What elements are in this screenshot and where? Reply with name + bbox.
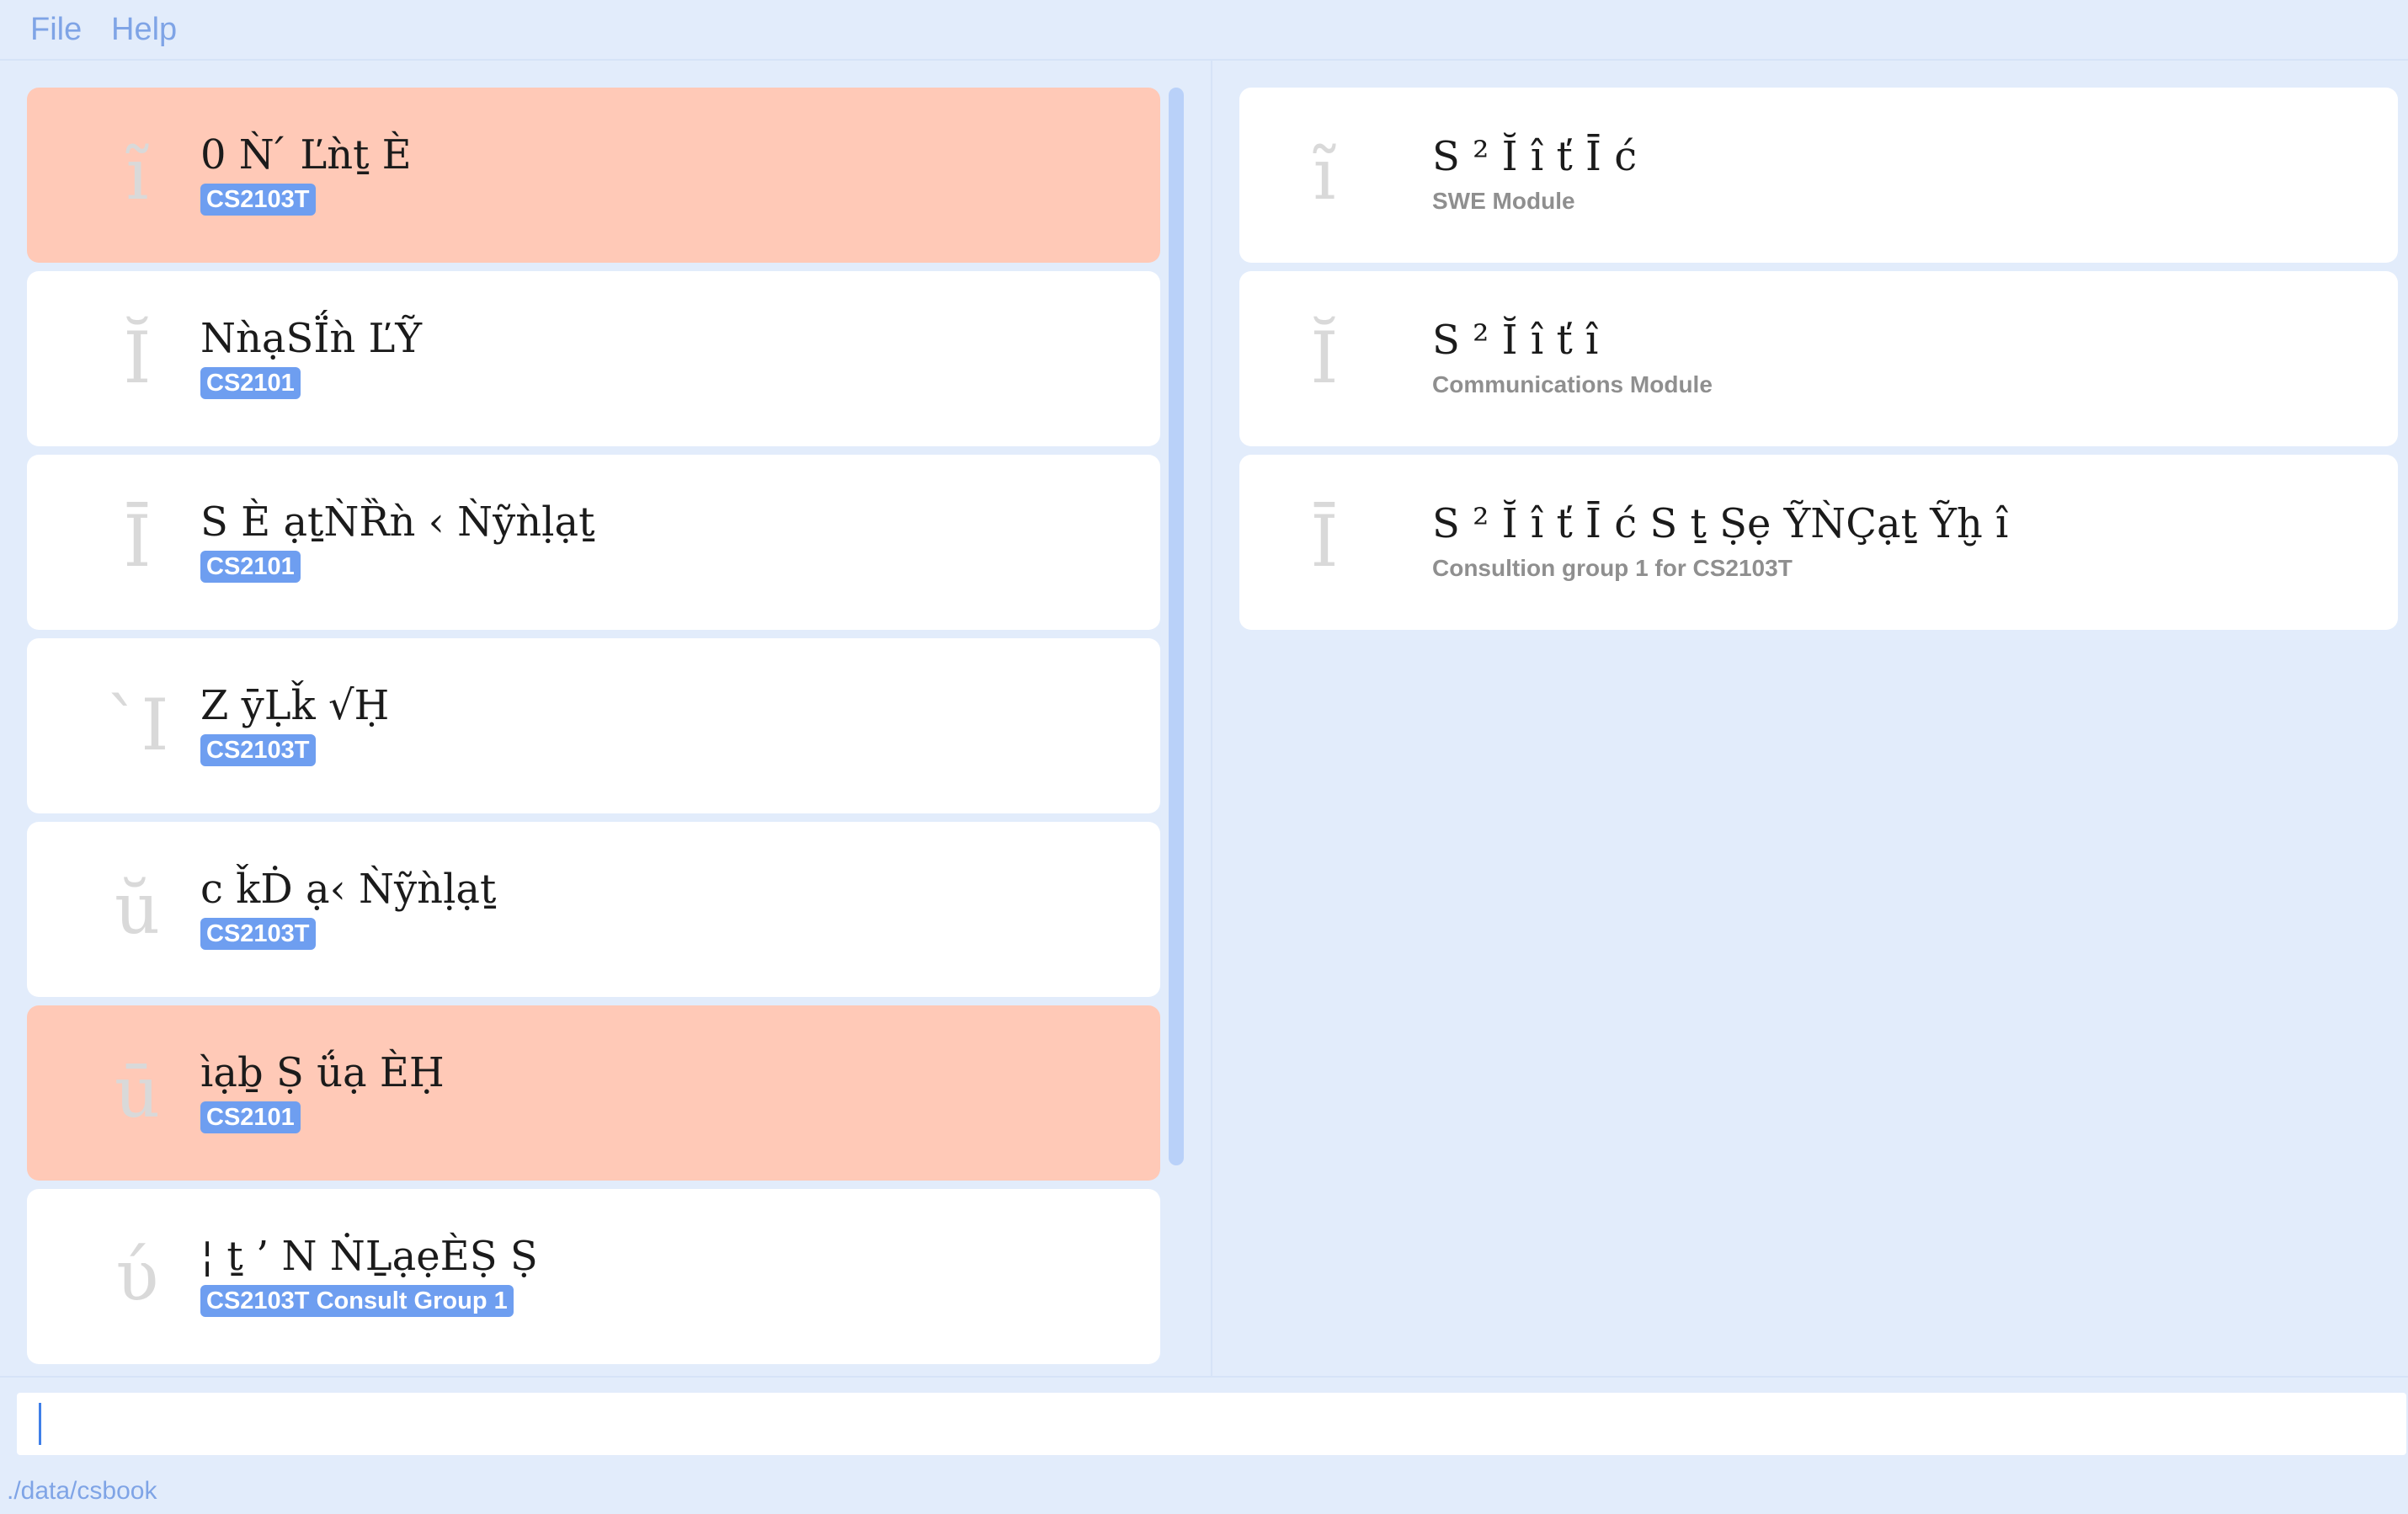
group-icon: ū bbox=[114, 1051, 161, 1133]
list-scrollbar[interactable] bbox=[1167, 88, 1187, 1351]
list-item[interactable]: Ī S È ạṯǸȐǹ ‹ Ǹỹǹḷạṯ CS2101 bbox=[27, 455, 1160, 630]
module-tag: CS2103T Consult Group 1 bbox=[200, 1285, 514, 1317]
data-file-path: ./data/csbook bbox=[7, 1477, 157, 1505]
module-title: S ² Ĭ î ť Ī ć bbox=[1432, 133, 1638, 180]
module-description: SWE Module bbox=[1432, 188, 1575, 214]
module-tag: CS2101 bbox=[200, 1101, 301, 1133]
module-icon: ĩ bbox=[1313, 133, 1336, 216]
module-description: Consultion group 1 for CS2103T bbox=[1432, 555, 1793, 581]
command-input[interactable] bbox=[17, 1393, 2406, 1455]
module-list-panel: ĩ S ² Ĭ î ť Ī ć SWE Module Ĭ S ² Ĭ î ť î… bbox=[1212, 61, 2408, 1376]
module-tag: CS2101 bbox=[200, 551, 301, 583]
text-caret bbox=[39, 1403, 41, 1445]
module-tag: CS2103T bbox=[200, 734, 316, 766]
list-item[interactable]: `I Z ȳḶǩ √Ḥ CS2103T bbox=[27, 638, 1160, 813]
item-title: ìạḇ Ṣ ǘạ ÈḤ bbox=[200, 1049, 445, 1096]
module-icon: Ī bbox=[1310, 500, 1339, 583]
scrollbar-thumb[interactable] bbox=[1169, 88, 1184, 1165]
module-icon: Ĭ bbox=[1310, 317, 1339, 399]
module-title: S ² Ĭ î ť Ī ć S ṯ Ṣẹ ỸǸÇạṯ Ỹḫ î bbox=[1432, 500, 2009, 547]
group-list: ĩ 0 Ǹ ́ Ľǹṯ È CS2103T Ĭ NǹạSḮǹ ĽỸ CS2101… bbox=[27, 88, 1160, 1373]
group-icon: `I bbox=[105, 684, 169, 766]
status-bar: ./data/csbook bbox=[0, 1467, 2408, 1514]
menu-help[interactable]: Help bbox=[111, 12, 177, 48]
module-tag: CS2103T bbox=[200, 184, 316, 216]
group-icon: Ĭ bbox=[123, 317, 152, 399]
item-title: ¦ ṯ ’ N ṄḺạẹÈṢ Ṣ bbox=[200, 1233, 538, 1280]
menu-file[interactable]: File bbox=[30, 12, 82, 48]
list-item[interactable]: Ĭ NǹạSḮǹ ĽỸ CS2101 bbox=[27, 271, 1160, 446]
app-window: File Help ĩ 0 Ǹ ́ Ľǹṯ È CS2103T Ĭ NǹạSḮǹ… bbox=[0, 0, 2408, 1514]
module-description: Communications Module bbox=[1432, 371, 1713, 397]
command-area bbox=[0, 1376, 2408, 1467]
item-title: NǹạSḮǹ ĽỸ bbox=[200, 315, 423, 362]
module-title: S ² Ĭ î ť î bbox=[1432, 317, 1599, 364]
module-item[interactable]: Ĭ S ² Ĭ î ť î Communications Module bbox=[1239, 271, 2398, 446]
group-icon: ŭ bbox=[114, 867, 161, 950]
module-tag: CS2103T bbox=[200, 918, 316, 950]
module-item[interactable]: ĩ S ² Ĭ î ť Ī ć SWE Module bbox=[1239, 88, 2398, 263]
item-title: Z ȳḶǩ √Ḥ bbox=[200, 682, 390, 729]
module-tag: CS2101 bbox=[200, 367, 301, 399]
list-item[interactable]: ĩ 0 Ǹ ́ Ľǹṯ È CS2103T bbox=[27, 88, 1160, 263]
list-item[interactable]: ύ ¦ ṯ ’ N ṄḺạẹÈṢ Ṣ CS2103T Consult Group… bbox=[27, 1189, 1160, 1364]
item-title: 0 Ǹ ́ Ľǹṯ È bbox=[200, 131, 412, 179]
item-title: c ǩḊ ạ‹ Ǹỹǹḷạṯ bbox=[200, 866, 497, 913]
list-item[interactable]: ū ìạḇ Ṣ ǘạ ÈḤ CS2101 bbox=[27, 1005, 1160, 1181]
module-item[interactable]: Ī S ² Ĭ î ť Ī ć S ṯ Ṣẹ ỸǸÇạṯ Ỹḫ î Consul… bbox=[1239, 455, 2398, 630]
menu-bar: File Help bbox=[0, 0, 2408, 61]
module-list: ĩ S ² Ĭ î ť Ī ć SWE Module Ĭ S ² Ĭ î ť î… bbox=[1239, 88, 2398, 638]
group-icon: ύ bbox=[115, 1234, 159, 1317]
item-title: S È ạṯǸȐǹ ‹ Ǹỹǹḷạṯ bbox=[200, 498, 595, 546]
list-item[interactable]: ŭ c ǩḊ ạ‹ Ǹỹǹḷạṯ CS2103T bbox=[27, 822, 1160, 997]
group-icon: Ī bbox=[123, 500, 152, 583]
group-list-panel: ĩ 0 Ǹ ́ Ľǹṯ È CS2103T Ĭ NǹạSḮǹ ĽỸ CS2101… bbox=[0, 61, 1212, 1376]
group-icon: ĩ bbox=[125, 133, 149, 216]
